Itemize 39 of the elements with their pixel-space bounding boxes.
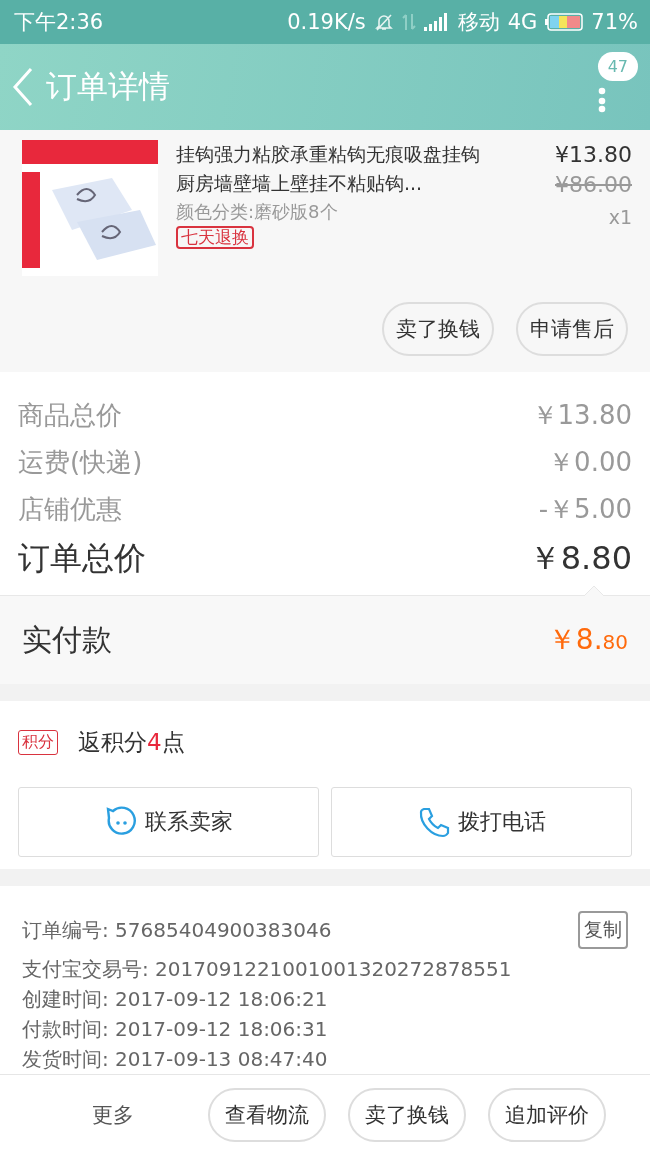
- order-info-text: 订单编号: 57685404900383046: [22, 916, 332, 944]
- more-button[interactable]: 更多: [40, 1101, 186, 1129]
- points-tag: 积分: [18, 729, 58, 755]
- return-policy-tag: 七天退换: [176, 226, 254, 249]
- order-info-text: 付款时间: 2017-09-12 18:06:31: [22, 1015, 328, 1043]
- network-speed: 0.19K/s: [287, 10, 366, 34]
- call-button[interactable]: 拨打电话: [331, 787, 632, 857]
- summary-label: 订单总价: [18, 538, 146, 579]
- amount-paid-label: 实付款: [22, 620, 112, 659]
- action-button[interactable]: 申请售后: [516, 302, 628, 356]
- original-price: ¥86.00: [555, 171, 632, 199]
- battery-percent: 71%: [591, 10, 638, 34]
- points-reward-text: 返积分4点: [78, 727, 185, 757]
- product-variant: 颜色分类:磨砂版8个: [176, 200, 339, 224]
- summary-value: -￥5.00: [538, 493, 632, 526]
- summary-label: 店铺优惠: [18, 493, 122, 526]
- order-info-text: 创建时间: 2017-09-12 18:06:21: [22, 985, 328, 1013]
- action-button[interactable]: 卖了换钱: [348, 1088, 466, 1142]
- action-button[interactable]: 卖了换钱: [382, 302, 494, 356]
- action-button[interactable]: 查看物流: [208, 1088, 326, 1142]
- summary-value: ￥13.80: [531, 399, 632, 432]
- network-type: 4G: [507, 10, 538, 34]
- order-info-text: 发货时间: 2017-09-13 08:47:40: [22, 1045, 328, 1073]
- product-title[interactable]: 挂钩强力粘胶承重粘钩无痕吸盘挂钩厨房墙壁墙上壁挂不粘贴钩...: [176, 140, 486, 198]
- product-price: ¥13.80: [555, 141, 632, 169]
- summary-label: 商品总价: [18, 399, 122, 432]
- product-quantity: x1: [608, 205, 632, 230]
- clock: 下午2:36: [14, 9, 104, 36]
- amount-paid-value: ￥8.80: [547, 622, 628, 658]
- summary-value: ￥8.80: [528, 538, 632, 579]
- order-info-text: 支付宝交易号: 2017091221001001320272878551: [22, 955, 512, 983]
- page-title: 订单详情: [46, 67, 170, 106]
- summary-value: ￥0.00: [548, 446, 632, 479]
- message-count-badge: 47: [597, 52, 638, 81]
- contact-seller-button[interactable]: 联系卖家: [18, 787, 319, 857]
- action-button[interactable]: 追加评价: [488, 1088, 606, 1142]
- summary-label: 运费(快递): [18, 446, 143, 479]
- copy-button[interactable]: 复制: [578, 911, 628, 949]
- carrier-name: 移动: [457, 9, 500, 36]
